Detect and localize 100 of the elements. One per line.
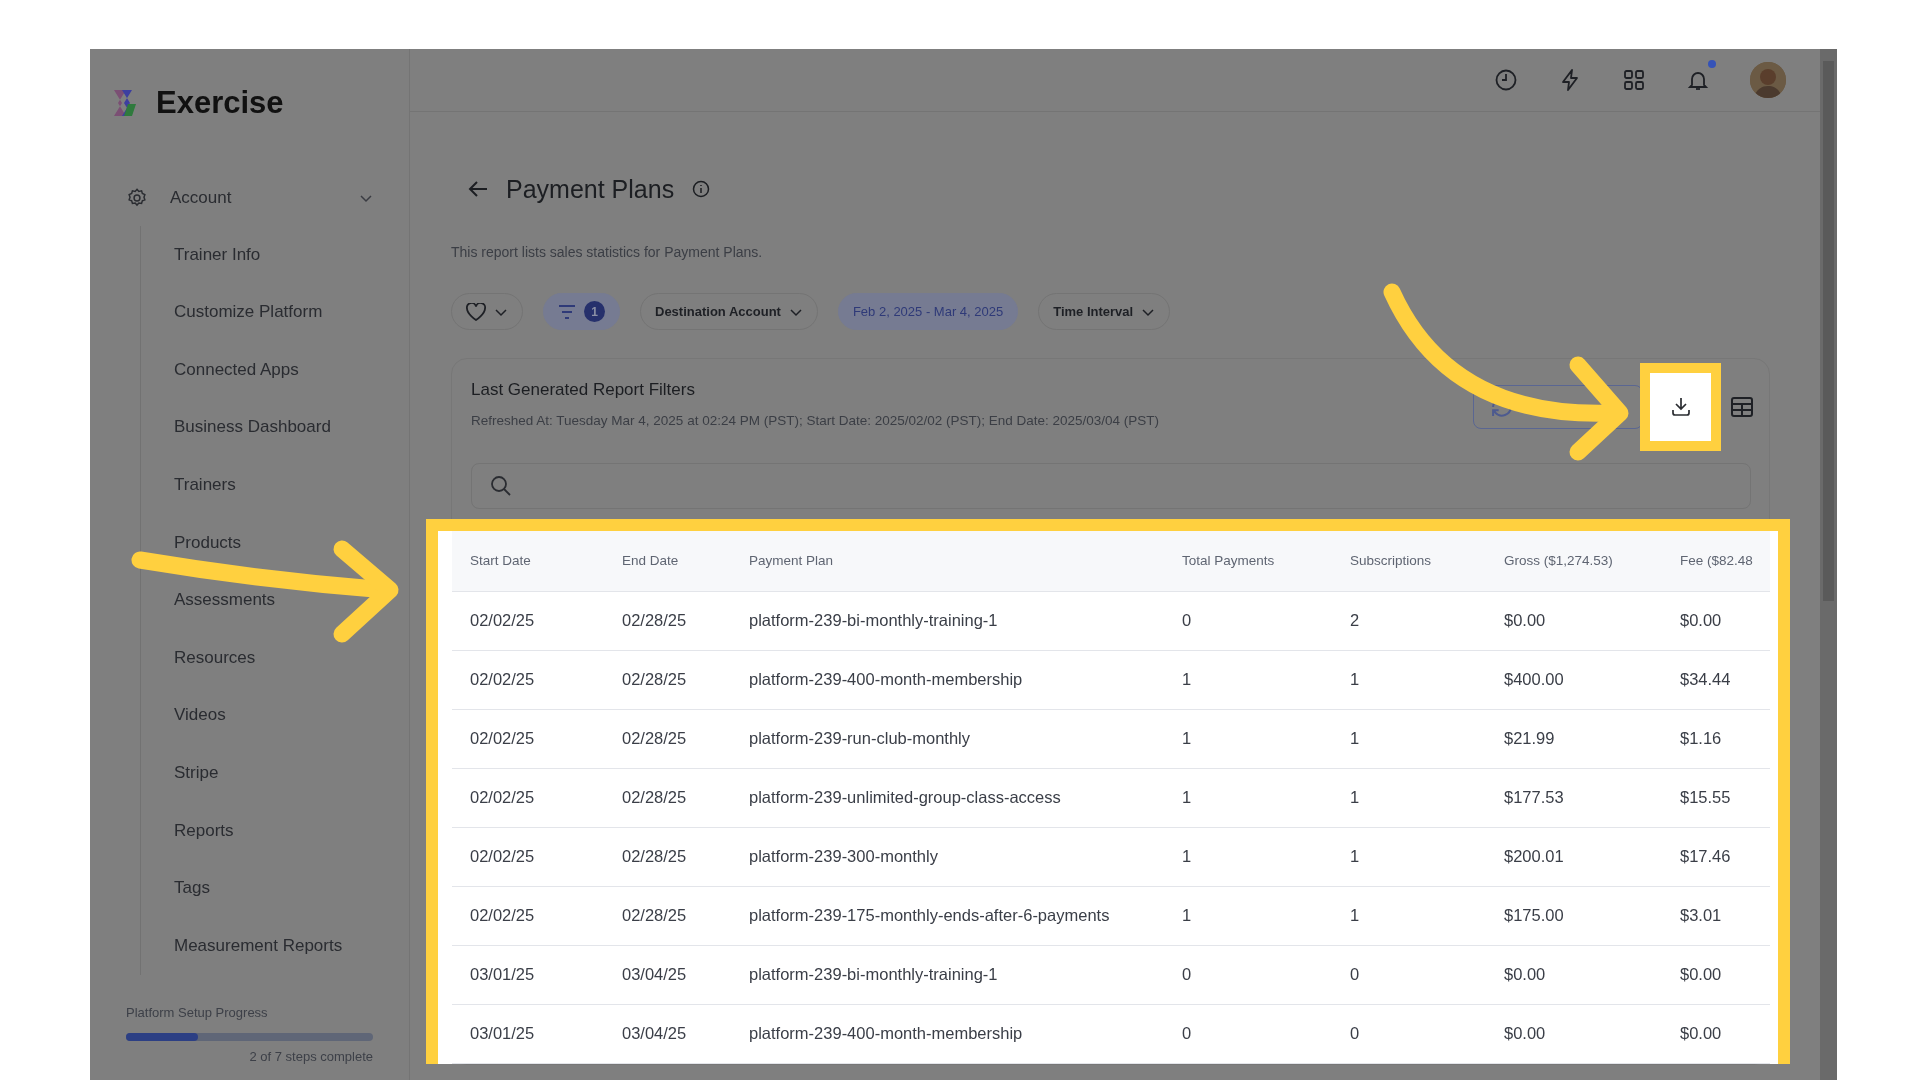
table-cell: 0: [1164, 945, 1332, 1004]
table-cell: 0: [1164, 591, 1332, 650]
table-cell: $17.46: [1662, 827, 1770, 886]
sidebar-item[interactable]: Resources: [174, 647, 256, 669]
app-name: Exercise: [156, 83, 284, 122]
dropdown-button[interactable]: Destination Account: [640, 293, 818, 330]
table-cell: 02/02/25: [452, 827, 604, 886]
page-title: Payment Plans: [506, 174, 675, 204]
column-header: Fee ($82.48: [1662, 531, 1770, 591]
table-cell: 1: [1332, 709, 1486, 768]
sidebar-section[interactable]: Account: [90, 169, 409, 226]
sidebar-item[interactable]: Assessments: [174, 590, 276, 611]
table-cell: 03/01/25: [452, 1004, 604, 1063]
dropdown-button[interactable]: Time Interval: [1038, 293, 1171, 330]
table-cell: 0: [1332, 1004, 1486, 1063]
heart-icon: [466, 302, 486, 321]
sidebar-item[interactable]: Reports: [174, 820, 234, 841]
page-description: This report lists sales statistics for Payment Plans.: [451, 243, 764, 262]
table-cell: 02/28/25: [604, 591, 731, 650]
column-header: Payment Plan: [731, 531, 1164, 591]
apps-grid-icon[interactable]: [1622, 68, 1646, 92]
table-cell: 03/04/25: [604, 1004, 731, 1063]
settings-icon: [126, 186, 148, 209]
table-cell: 02/02/25: [452, 591, 604, 650]
table-cell: 02/02/25: [452, 886, 604, 945]
table-cell: 02/02/25: [452, 709, 604, 768]
table-cell: platform-239-175-monthly-ends-after-6-payments: [731, 886, 1164, 945]
table-cell: 1: [1164, 768, 1332, 827]
table-cell: $0.00: [1486, 591, 1662, 650]
progress-caption: 2 of 7 steps complete: [248, 1047, 373, 1066]
table-cell: platform-239-run-club-monthly: [731, 709, 1164, 768]
table-cell: $0.00: [1486, 1004, 1662, 1063]
table-cell: platform-239-bi-monthly-training-1: [731, 945, 1164, 1004]
table-cell: platform-239-bi-monthly-training-1: [731, 591, 1164, 650]
info-icon[interactable]: [692, 180, 711, 198]
avatar[interactable]: [1750, 62, 1786, 98]
table-cell: 1: [1164, 709, 1332, 768]
sidebar-item[interactable]: Stripe: [174, 762, 219, 784]
column-header: Subscriptions: [1332, 531, 1486, 591]
column-header: Start Date: [452, 531, 604, 591]
table-cell: 1: [1332, 886, 1486, 945]
filter-button[interactable]: 1: [543, 293, 620, 330]
history-icon[interactable]: [1494, 68, 1518, 92]
search-icon: [490, 475, 512, 497]
favorites-dropdown[interactable]: [451, 293, 523, 330]
table-cell: $0.00: [1662, 945, 1770, 1004]
date-range-button[interactable]: Feb 2, 2025 - Mar 4, 2025: [837, 293, 1019, 330]
scrollbar[interactable]: [1820, 49, 1837, 1080]
table-cell: 02/28/25: [604, 709, 731, 768]
sidebar-item[interactable]: Trainers: [174, 474, 236, 496]
table-cell: $0.00: [1662, 591, 1770, 650]
table-cell: 1: [1332, 768, 1486, 827]
sidebar-item[interactable]: Trainer Info: [174, 244, 261, 265]
table-cell: 2: [1332, 591, 1486, 650]
table-cell: 02/28/25: [604, 768, 731, 827]
table-cell: $1.16: [1662, 709, 1770, 768]
table-cell: $34.44: [1662, 650, 1770, 709]
table-cell: 0: [1332, 945, 1486, 1004]
filter-icon: [558, 304, 576, 319]
table-cell: 1: [1164, 827, 1332, 886]
table-cell: $175.00: [1486, 886, 1662, 945]
sidebar-item[interactable]: Business Dashboard: [174, 417, 331, 438]
table-cell: 02/02/25: [452, 650, 604, 709]
sidebar-item[interactable]: Customize Platform: [174, 302, 323, 323]
refresh-info: Refreshed At: Tuesday Mar 4, 2025 at 02:24 PM (PST); Start Date: 2025/02/02 (PST); End Date: 2025/03/04 (PST): [471, 411, 1160, 430]
column-header: Gross ($1,274.53): [1486, 531, 1662, 591]
table-cell: 1: [1164, 886, 1332, 945]
table-cell: $177.53: [1486, 768, 1662, 827]
table-cell: 02/28/25: [604, 827, 731, 886]
card-title: Last Generated Report Filters: [471, 379, 696, 401]
table-cell: 02/02/25: [452, 768, 604, 827]
table-cell: $0.00: [1662, 1004, 1770, 1063]
sidebar-item[interactable]: Measurement Reports: [174, 935, 343, 957]
table-cell: 03/04/25: [604, 945, 731, 1004]
table-cell: 1: [1164, 650, 1332, 709]
back-arrow-icon[interactable]: [468, 180, 488, 198]
table-cell: $0.00: [1486, 945, 1662, 1004]
search-field[interactable]: [471, 463, 1751, 509]
table-cell: 0: [1164, 1004, 1332, 1063]
table-cell: platform-239-300-monthly: [731, 827, 1164, 886]
sidebar-item[interactable]: Tags: [174, 878, 210, 899]
progress-label: Platform Setup Progress: [126, 1004, 269, 1022]
table-cell: $21.99: [1486, 709, 1662, 768]
table-cell: $200.01: [1486, 827, 1662, 886]
sidebar-item[interactable]: Products: [174, 532, 242, 553]
filter-count: 1: [584, 301, 605, 322]
table-cell: $15.55: [1662, 768, 1770, 827]
sidebar-item[interactable]: Connected Apps: [174, 359, 299, 381]
table-cell: 1: [1332, 650, 1486, 709]
column-header: Total Payments: [1164, 531, 1332, 591]
table-cell: $400.00: [1486, 650, 1662, 709]
table-cell: 1: [1332, 827, 1486, 886]
table-cell: 03/01/25: [452, 945, 604, 1004]
table-cell: $3.01: [1662, 886, 1770, 945]
sidebar-item[interactable]: Videos: [174, 705, 226, 726]
table-cell: 02/28/25: [604, 886, 731, 945]
table-cell: 02/28/25: [604, 650, 731, 709]
column-header: End Date: [604, 531, 731, 591]
table-cell: platform-239-400-month-membership: [731, 1004, 1164, 1063]
table-cell: platform-239-unlimited-group-class-access: [731, 768, 1164, 827]
